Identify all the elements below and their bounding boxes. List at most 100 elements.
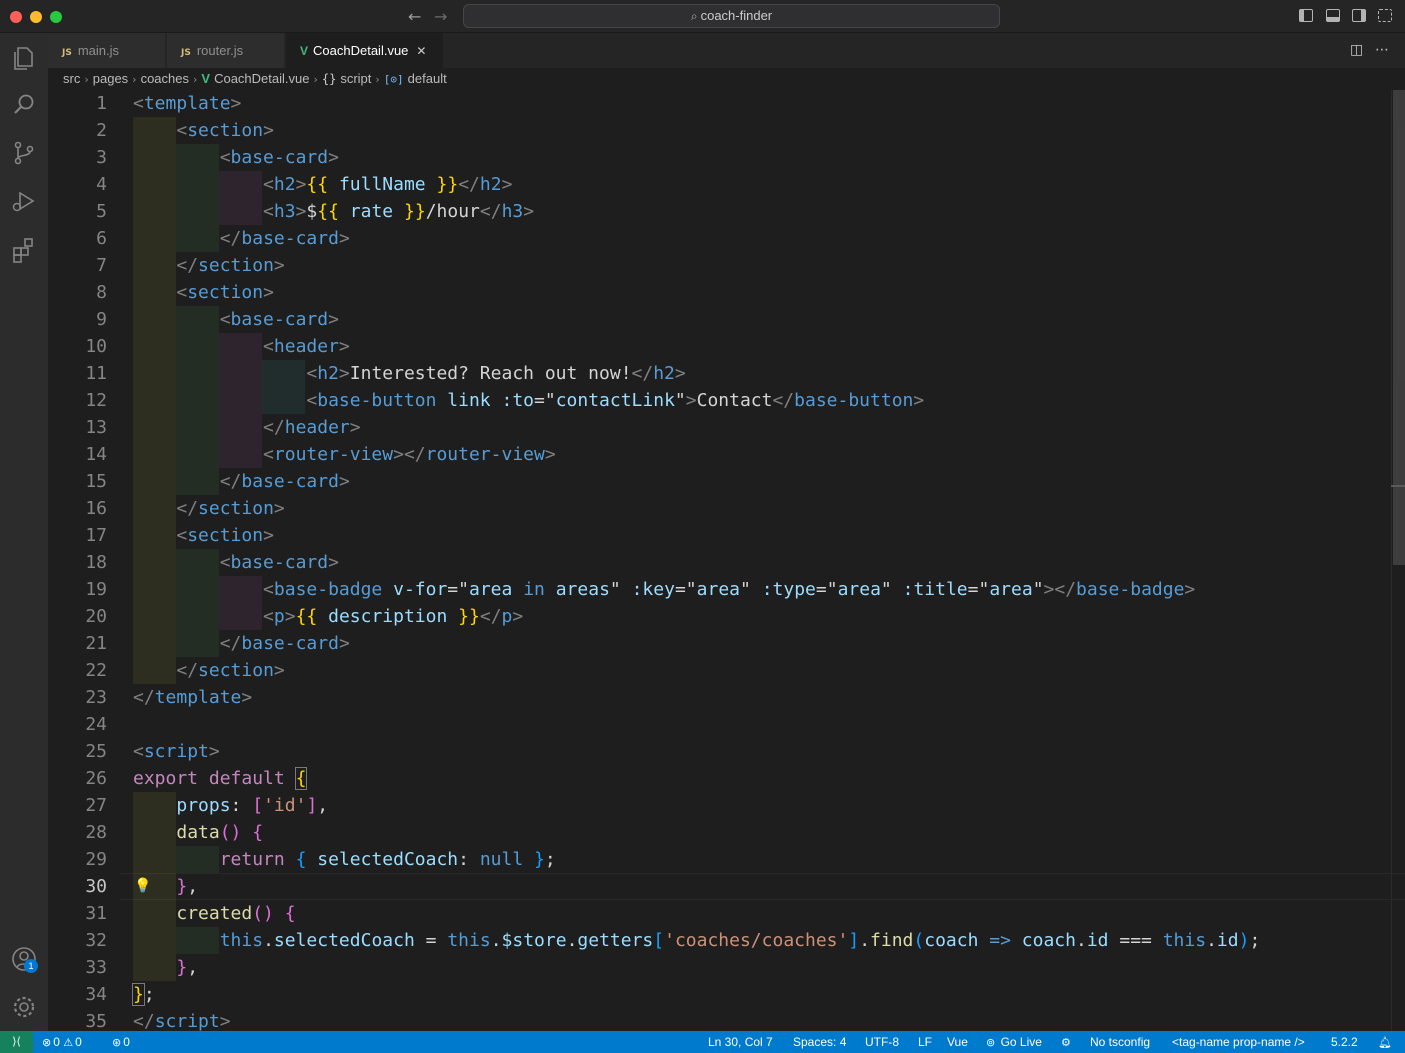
run-debug-icon[interactable] xyxy=(10,187,38,215)
back-arrow-icon[interactable]: ← xyxy=(408,7,421,26)
close-window-button[interactable] xyxy=(10,11,22,23)
broadcast-icon: ⊛ xyxy=(112,1036,122,1049)
code-line: <base-card> xyxy=(219,552,339,573)
search-icon[interactable] xyxy=(10,91,38,119)
ports-indicator[interactable]: ⊛ 0 xyxy=(112,1031,130,1053)
code-line: return { selectedCoach: null }; xyxy=(219,849,556,870)
line-number: 12 xyxy=(85,390,107,411)
line-number: 16 xyxy=(85,498,107,519)
maximize-window-button[interactable] xyxy=(50,11,62,23)
code-line: <base-card> xyxy=(219,309,339,330)
scrollbar-thumb[interactable] xyxy=(1393,90,1405,565)
close-tab-icon[interactable]: ✕ xyxy=(416,44,426,58)
breadcrumb-item[interactable]: src xyxy=(63,71,80,86)
more-actions-icon[interactable]: ⋯ xyxy=(1375,42,1389,58)
chevron-right-icon: › xyxy=(84,73,89,86)
code-line: </base-card> xyxy=(219,228,350,249)
line-number: 10 xyxy=(85,336,107,357)
code-line: data() { xyxy=(176,822,264,843)
chevron-right-icon: › xyxy=(375,73,380,86)
line-number: 14 xyxy=(85,444,107,465)
indentation-setting[interactable]: Spaces: 4 xyxy=(793,1031,846,1053)
split-editor-icon[interactable]: ◫ xyxy=(1350,42,1363,58)
encoding-setting[interactable]: UTF-8 xyxy=(865,1031,899,1053)
language-mode[interactable]: Vue xyxy=(947,1031,968,1053)
line-number: 34 xyxy=(85,984,107,1005)
line-number: 17 xyxy=(85,525,107,546)
go-live-button[interactable]: ⊚ Go Live xyxy=(986,1031,1042,1053)
activity-bar: 1 xyxy=(0,33,48,1031)
chevron-right-icon: › xyxy=(193,73,198,86)
code-line: </section> xyxy=(176,498,285,519)
code-line: <h3>${{ rate }}/hour</h3> xyxy=(263,201,535,222)
line-number: 11 xyxy=(85,363,107,384)
manage-gear-icon[interactable] xyxy=(10,993,38,1021)
error-icon: ⊗ xyxy=(42,1036,52,1049)
line-number: 13 xyxy=(85,417,107,438)
extensions-icon[interactable] xyxy=(10,236,38,264)
line-number: 24 xyxy=(85,714,107,735)
problems-indicator[interactable]: ⊗ 0 ⚠ 0 xyxy=(42,1031,82,1053)
source-control-icon[interactable] xyxy=(10,139,38,167)
line-number: 28 xyxy=(85,822,107,843)
code-line: <section> xyxy=(176,120,274,141)
chevron-right-icon: › xyxy=(313,73,318,86)
typescript-version[interactable]: 5.2.2 xyxy=(1331,1031,1358,1053)
cursor-position[interactable]: Ln 30, Col 7 xyxy=(708,1031,773,1053)
search-icon: ⌕ xyxy=(690,9,698,23)
line-number: 33 xyxy=(85,957,107,978)
breadcrumb-item[interactable]: pages xyxy=(93,71,128,86)
vertical-scrollbar[interactable] xyxy=(1391,90,1405,1031)
code-line: }, xyxy=(176,957,199,978)
notifications-bell-icon[interactable]: 🔔︎ xyxy=(1378,1031,1394,1053)
toggle-primary-sidebar-icon[interactable] xyxy=(1299,9,1313,22)
tsconfig-status[interactable]: No tsconfig xyxy=(1090,1031,1150,1053)
code-line: <header> xyxy=(263,336,350,357)
title-bar: ← → ⌕ coach-finder xyxy=(0,0,1405,33)
minimize-window-button[interactable] xyxy=(30,11,42,23)
tab-main-js[interactable]: JS main.js xyxy=(48,33,166,68)
line-number: 4 xyxy=(96,174,107,195)
customize-layout-icon[interactable] xyxy=(1378,9,1392,22)
broadcast-icon: ⊚ xyxy=(986,1036,996,1049)
explorer-files-icon[interactable] xyxy=(10,44,38,72)
forward-arrow-icon[interactable]: → xyxy=(434,7,447,26)
vue-file-icon: V xyxy=(300,44,309,58)
line-number: 32 xyxy=(85,930,107,951)
tab-coach-detail-vue[interactable]: V CoachDetail.vue ✕ xyxy=(286,33,444,68)
js-file-icon: JS xyxy=(62,48,72,58)
code-line: <base-badge v-for="area in areas" :key="… xyxy=(263,579,1196,600)
line-number: 22 xyxy=(85,660,107,681)
breadcrumb-item[interactable]: default xyxy=(408,71,447,86)
code-line: <base-button link :to="contactLink">Cont… xyxy=(306,390,925,411)
line-number: 30 xyxy=(85,876,107,897)
tab-label: CoachDetail.vue xyxy=(313,43,409,58)
line-number: 19 xyxy=(85,579,107,600)
line-number: 9 xyxy=(96,309,107,330)
sync-settings-icon[interactable]: ⚙ xyxy=(1061,1031,1073,1053)
overview-ruler-mark xyxy=(1391,485,1405,487)
eol-setting[interactable]: LF xyxy=(918,1031,932,1053)
tab-router-js[interactable]: JS router.js xyxy=(167,33,285,68)
code-editor[interactable]: 1 2 3 4 5 6 7 8 9 10 11 12 13 14 15 16 17 18 19 20 21 22 23 24 2… xyxy=(48,90,1405,1031)
tag-style-indicator[interactable]: <tag-name prop-name /> xyxy=(1172,1031,1305,1053)
code-line: }; xyxy=(132,983,155,1006)
symbol-variable-icon: [⊙] xyxy=(383,73,404,86)
code-line: </base-card> xyxy=(219,471,350,492)
code-line: <p>{{ description }}</p> xyxy=(263,606,524,627)
code-line: <router-view></router-view> xyxy=(263,444,556,465)
breadcrumb-item[interactable]: coaches xyxy=(141,71,189,86)
editor-tabs: JS main.js JS router.js V CoachDetail.vue ✕ … xyxy=(48,33,1405,68)
breadcrumb-item[interactable]: CoachDetail.vue xyxy=(214,71,309,86)
code-line: export default { xyxy=(133,767,308,790)
js-file-icon: JS xyxy=(181,48,191,58)
remote-indicator-icon[interactable]: ⟩⟨ xyxy=(0,1031,33,1053)
code-line: <base-card> xyxy=(219,147,339,168)
toggle-secondary-sidebar-icon[interactable] xyxy=(1352,9,1366,22)
breadcrumb-item[interactable]: script xyxy=(340,71,371,86)
code-line: </header> xyxy=(263,417,361,438)
command-center-search[interactable]: ⌕ coach-finder xyxy=(463,4,1000,28)
line-number: 6 xyxy=(96,228,107,249)
toggle-panel-icon[interactable] xyxy=(1326,9,1340,22)
code-line: <script> xyxy=(133,741,220,762)
